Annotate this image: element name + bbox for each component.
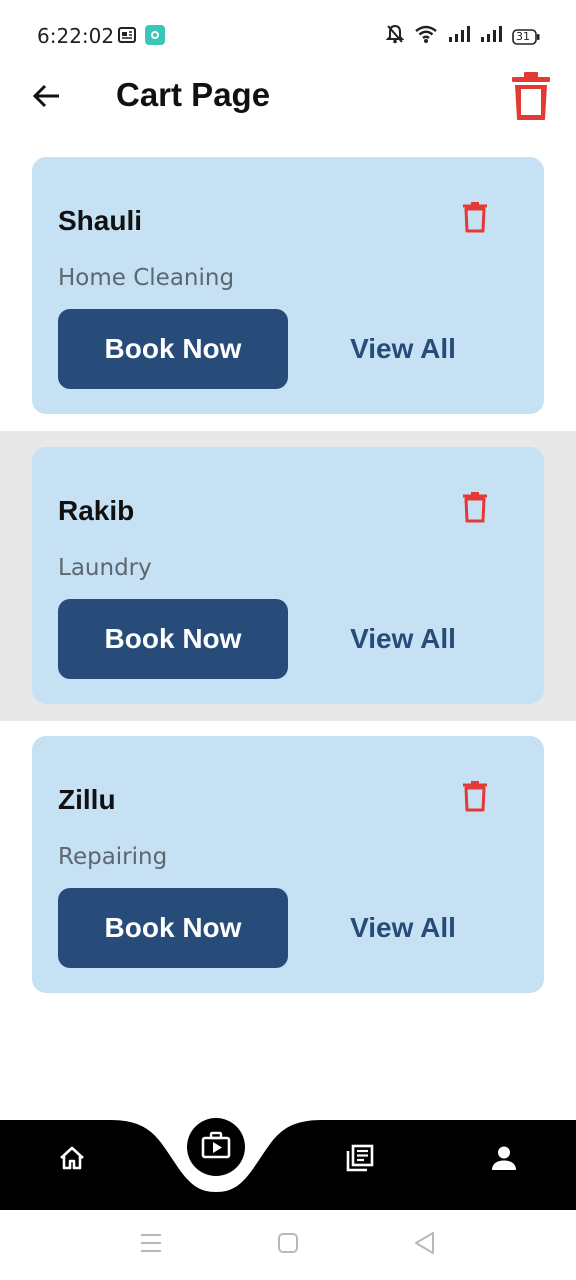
provider-name: Rakib [58,495,135,526]
signal-icon-1 [448,25,470,48]
arrow-left-icon [31,83,61,114]
triangle-back-icon [413,1231,435,1260]
back-button[interactable] [26,78,66,118]
cart-row: Zillu Repairing Book Now View All [0,720,576,1010]
cart-row: Rakib Laundry Book Now View All [0,431,576,721]
app-header: Cart Page [0,70,576,126]
status-bar: 6:22:02 31 [0,0,576,70]
mute-icon [385,24,405,49]
battery-icon: 31 [512,28,540,45]
delete-item-button[interactable] [462,780,498,820]
status-icons: 31 [385,24,540,49]
square-icon [277,1232,299,1259]
view-all-button[interactable]: View All [328,888,478,968]
clear-cart-button[interactable] [510,70,554,122]
status-time: 6:22:02 [37,24,115,48]
cart-row: Shauli Home Cleaning Book Now View All [0,141,576,431]
signal-icon-2 [480,25,502,48]
book-now-button[interactable]: Book Now [58,599,288,679]
battery-level: 31 [516,29,530,43]
page-title: Cart Page [116,76,271,113]
view-all-button[interactable]: View All [328,309,478,389]
home-icon [58,1145,86,1176]
system-navigation-bar [0,1210,576,1280]
nav-home[interactable] [48,1136,96,1184]
trash-icon [462,781,488,816]
nav-bookings[interactable] [187,1118,245,1176]
menu-icon [139,1232,163,1259]
trash-icon [462,492,488,527]
service-name: Laundry [58,555,152,581]
delete-item-button[interactable] [462,201,498,241]
app-notification-icon [145,25,165,50]
person-icon [491,1145,517,1176]
delete-item-button[interactable] [462,491,498,531]
book-now-button[interactable]: Book Now [58,309,288,389]
cart-card[interactable]: Zillu Repairing Book Now View All [32,736,544,993]
news-app-icon [118,26,136,49]
library-books-icon [345,1143,375,1178]
work-video-icon [201,1131,231,1164]
nav-profile[interactable] [480,1136,528,1184]
provider-name: Zillu [58,784,116,815]
trash-icon [510,72,552,126]
service-name: Home Cleaning [58,265,235,291]
back-system-button[interactable] [409,1230,439,1260]
provider-name: Shauli [58,205,143,236]
cart-card[interactable]: Rakib Laundry Book Now View All [32,447,544,704]
wifi-icon [414,24,438,49]
recents-button[interactable] [136,1230,166,1260]
service-name: Repairing [58,844,168,870]
trash-icon [462,202,488,237]
cart-card[interactable]: Shauli Home Cleaning Book Now View All [32,157,544,414]
bottom-navigation-bar [0,1108,576,1210]
book-now-button[interactable]: Book Now [58,888,288,968]
home-button[interactable] [273,1230,303,1260]
view-all-button[interactable]: View All [328,599,478,679]
nav-news[interactable] [336,1136,384,1184]
